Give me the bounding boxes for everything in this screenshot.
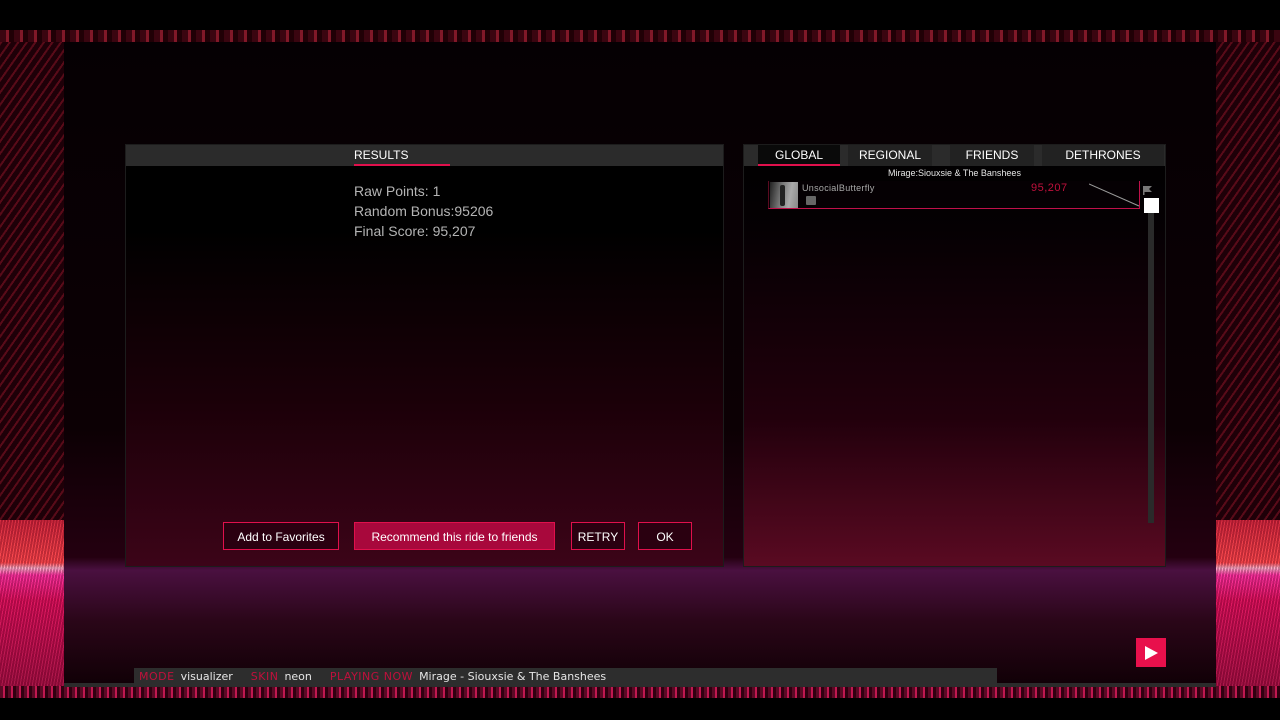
- raw-points: Raw Points: 1: [354, 183, 441, 199]
- tab-results-label: RESULTS: [354, 148, 409, 162]
- background-bottom-band: [0, 686, 1280, 698]
- tab-dethrones[interactable]: DETHRONES: [1042, 145, 1164, 166]
- mode-label: MODE: [139, 670, 175, 683]
- score-summary: Raw Points: 1 Random Bonus:95206 Final S…: [354, 181, 493, 241]
- results-panel-header: RESULTS: [126, 145, 723, 166]
- tab-friends[interactable]: FRIENDS: [950, 145, 1034, 166]
- scrollbar-thumb[interactable]: [1144, 198, 1159, 213]
- connector-line: [1089, 183, 1140, 207]
- skin-label: SKIN: [250, 670, 279, 683]
- tab-global[interactable]: GLOBAL: [758, 145, 840, 166]
- leaderboard-panel: GLOBAL REGIONAL FRIENDS DETHRONES Mirage…: [744, 145, 1165, 566]
- leaderboard-entry[interactable]: UnsocialButterfly 95,207: [768, 181, 1140, 209]
- final-score: Final Score: 95,207: [354, 223, 476, 239]
- flag-icon[interactable]: [1143, 186, 1153, 195]
- song-caption: Mirage:Siouxsie & The Banshees: [888, 168, 1021, 178]
- add-to-favorites-button[interactable]: Add to Favorites: [223, 522, 339, 550]
- player-score: 95,207: [1031, 182, 1068, 194]
- tab-results[interactable]: RESULTS: [354, 145, 450, 166]
- leaderboard-tab-bar: GLOBAL REGIONAL FRIENDS DETHRONES: [744, 145, 1165, 166]
- playing-now-value: Mirage - Siouxsie & The Banshees: [419, 670, 607, 683]
- random-bonus: Random Bonus:95206: [354, 203, 494, 219]
- scrollbar-track[interactable]: [1148, 205, 1154, 523]
- ok-button[interactable]: OK: [638, 522, 692, 550]
- player-name[interactable]: UnsocialButterfly: [802, 183, 875, 193]
- results-panel: RESULTS Raw Points: 1 Random Bonus:95206…: [126, 145, 723, 566]
- play-button[interactable]: [1136, 638, 1166, 667]
- status-bar: MODE visualizer SKIN neon PLAYING NOW Mirage …: [134, 668, 997, 686]
- avatar[interactable]: [770, 182, 798, 208]
- chat-icon[interactable]: [806, 196, 816, 205]
- background-top-band: [0, 30, 1280, 42]
- tab-active-indicator: [354, 164, 450, 166]
- play-icon: [1145, 646, 1158, 660]
- playing-now-label: PLAYING NOW: [329, 670, 414, 683]
- retry-button[interactable]: RETRY: [571, 522, 625, 550]
- mode-value: visualizer: [180, 670, 233, 683]
- tab-regional[interactable]: REGIONAL: [848, 145, 932, 166]
- recommend-to-friends-button[interactable]: Recommend this ride to friends: [354, 522, 555, 550]
- skin-value: neon: [284, 670, 312, 683]
